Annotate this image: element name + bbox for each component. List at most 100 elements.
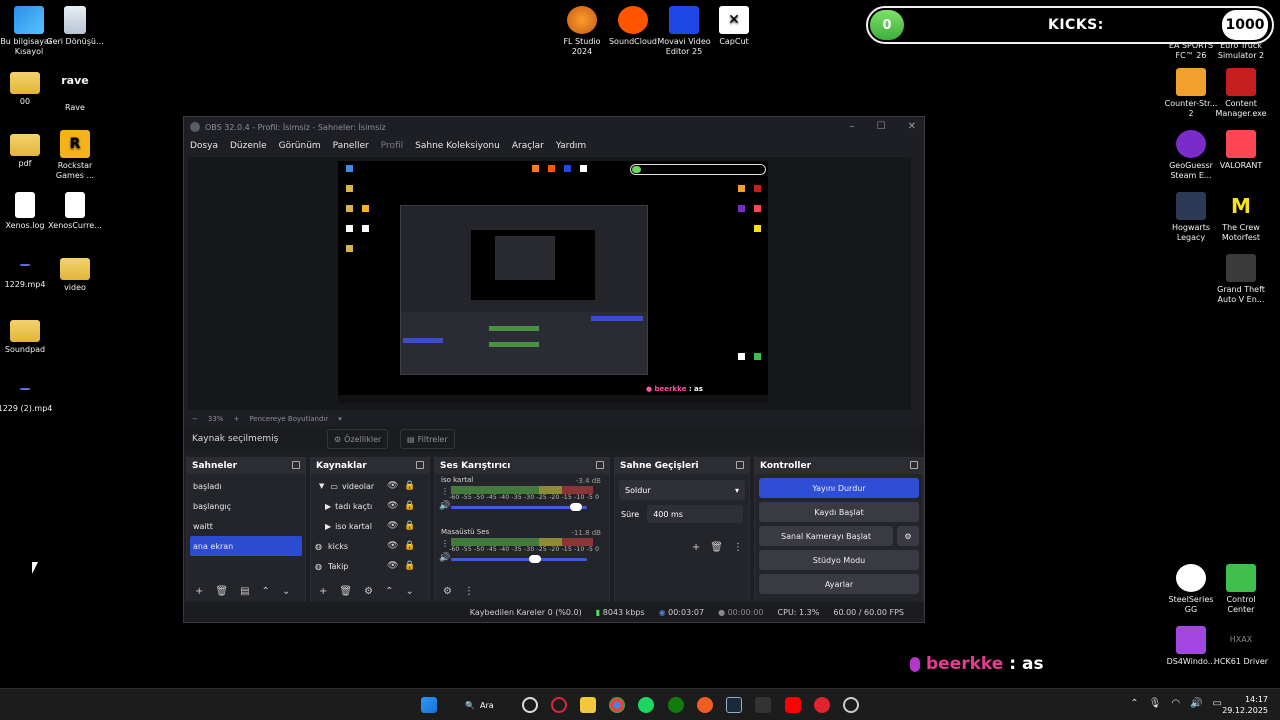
menu-dosya[interactable]: Dosya (190, 141, 218, 151)
desktop-icon-control-center[interactable]: Control Center (1212, 564, 1270, 615)
media-player-icon[interactable] (814, 697, 830, 713)
volume-fader[interactable] (451, 506, 587, 509)
filters-button[interactable]: ▤ Filtreler (400, 429, 455, 449)
chevron-up-icon[interactable]: ⌃ (385, 586, 393, 597)
stop-streaming-button[interactable]: Yayını Durdur (759, 478, 919, 498)
windows-start-icon[interactable] (421, 697, 437, 713)
eye-icon[interactable]: 👁 (387, 501, 398, 511)
transition-select[interactable]: Soldur ▾ (619, 480, 745, 500)
fit-to-window-button[interactable]: Pencereye Boyutlandır (249, 415, 328, 423)
undock-icon[interactable] (910, 461, 918, 469)
desktop-icon-capcut[interactable]: ✕ CapCut (705, 6, 763, 47)
studio-mode-button[interactable]: Stüdyo Modu (759, 550, 919, 570)
lock-icon[interactable]: 🔒 (404, 501, 415, 511)
undock-icon[interactable] (736, 461, 744, 469)
add-icon[interactable]: + (319, 586, 327, 597)
duration-input[interactable]: 400 ms (647, 505, 744, 523)
minimize-icon[interactable]: – (850, 121, 855, 132)
desktop-icon-1229-2-mp4[interactable]: 1229 (2).mp4 (0, 374, 54, 414)
opera-icon[interactable] (551, 697, 567, 713)
wifi-icon[interactable]: ◠ (1171, 698, 1180, 709)
mixer-settings-icon[interactable]: ⚙ (443, 586, 452, 597)
lock-icon[interactable]: 🔒 (404, 521, 415, 531)
spotify-icon[interactable] (638, 697, 654, 713)
desktop-icon-soundpad[interactable]: Soundpad (0, 316, 54, 355)
source-item[interactable]: ◍ Takip 👁 🔒 (311, 556, 429, 576)
microphone-icon[interactable]: 🎙 (1149, 698, 1162, 709)
desktop-icon-gta[interactable]: Grand Theft Auto V En... (1212, 254, 1270, 305)
trash-icon[interactable]: 🗑 (215, 586, 228, 597)
start-virtual-camera-button[interactable]: Sanal Kamerayı Başlat (759, 526, 893, 546)
desktop-icon-video[interactable]: video (46, 254, 104, 293)
source-item[interactable]: ▶ iso kartal 👁 🔒 (311, 516, 429, 536)
youtube-icon[interactable] (785, 697, 801, 713)
volume-knob[interactable] (529, 555, 542, 563)
desktop-icon-recycle-bin[interactable]: Geri Dönüşü... (46, 6, 104, 47)
steam-icon[interactable] (726, 697, 742, 713)
menu-paneller[interactable]: Paneller (333, 141, 369, 151)
scene-item[interactable]: waitt (187, 516, 305, 536)
menu-sahne-koleksiyonu[interactable]: Sahne Koleksiyonu (415, 141, 500, 151)
app-icon[interactable] (697, 697, 713, 713)
more-icon[interactable]: ⋮ (464, 586, 474, 597)
desktop-icon-rockstar[interactable]: R Rockstar Games ... (46, 130, 104, 181)
chevron-down-icon[interactable]: ▼ (319, 482, 324, 490)
volume-fader[interactable] (451, 558, 587, 561)
speaker-icon[interactable]: 🔊 (439, 553, 450, 563)
add-icon[interactable]: + (692, 542, 700, 553)
eye-icon[interactable]: 👁 (387, 481, 398, 491)
desktop-icon-rave[interactable]: rave Rave (46, 72, 104, 113)
obs-taskbar-icon[interactable] (522, 697, 538, 713)
settings-button[interactable]: Ayarlar (759, 574, 919, 594)
lock-icon[interactable]: 🔒 (404, 481, 415, 491)
start-recording-button[interactable]: Kaydı Başlat (759, 502, 919, 522)
xbox-icon[interactable] (668, 697, 684, 713)
preview-area[interactable]: ● beerkke : as (188, 157, 911, 410)
trash-icon[interactable]: 🗑 (339, 586, 352, 597)
filter-icon[interactable]: ▤ (240, 586, 249, 597)
app-icon[interactable] (755, 697, 771, 713)
source-item[interactable]: ▶ tadı kaçtı 👁 🔒 (311, 496, 429, 516)
undock-icon[interactable] (292, 461, 300, 469)
file-explorer-icon[interactable] (580, 697, 596, 713)
desktop-icon-content-manager[interactable]: Content Manager.exe (1212, 68, 1270, 119)
menu-duzenle[interactable]: Düzenle (230, 141, 267, 151)
eye-icon[interactable]: 👁 (387, 521, 398, 531)
undock-icon[interactable] (596, 461, 604, 469)
desktop-icon-the-crew[interactable]: M The Crew Motorfest (1212, 192, 1270, 243)
eye-icon[interactable]: 👁 (387, 541, 398, 551)
menu-yardim[interactable]: Yardım (556, 141, 586, 151)
desktop-icon-soundcloud[interactable]: SoundCloud (604, 6, 662, 47)
maximize-icon[interactable]: ☐ (877, 121, 886, 132)
app-icon[interactable] (843, 697, 859, 713)
source-item[interactable]: ◍ kicks 👁 🔒 (311, 536, 429, 556)
chrome-icon[interactable] (609, 697, 625, 713)
chevron-down-icon[interactable]: ⌄ (282, 586, 290, 597)
desktop-icon-fl-studio[interactable]: FL Studio 2024 (553, 6, 611, 57)
menu-profil[interactable]: Profil (381, 141, 403, 151)
program-preview[interactable]: ● beerkke : as (338, 161, 768, 403)
scene-item[interactable]: başladı (187, 476, 305, 496)
volume-icon[interactable]: 🔊 (1190, 698, 1202, 709)
obs-titlebar[interactable]: OBS 32.0.4 - Profil: İsimsiz - Sahneler:… (184, 117, 924, 137)
desktop-icon-xenoscurre[interactable]: XenosCurre... (46, 192, 104, 231)
scene-item-selected[interactable]: ana ekran (190, 536, 302, 556)
lock-icon[interactable]: 🔒 (404, 561, 415, 571)
volume-knob[interactable] (570, 503, 583, 511)
source-item[interactable]: ▼ ▭ videolar 👁 🔒 (311, 476, 429, 496)
more-icon[interactable]: ⋮ (441, 539, 449, 548)
more-icon[interactable]: ⋮ (441, 487, 449, 496)
undock-icon[interactable] (416, 461, 424, 469)
zoom-dropdown-icon[interactable]: ▾ (338, 415, 342, 423)
chevron-down-icon[interactable]: ⌄ (405, 586, 413, 597)
trash-icon[interactable]: 🗑 (710, 542, 723, 553)
chevron-up-icon[interactable]: ⌃ (1130, 698, 1138, 709)
speaker-icon[interactable]: 🔊 (439, 501, 450, 511)
desktop-icon-valorant[interactable]: VALORANT (1212, 130, 1270, 171)
zoom-out-icon[interactable]: − (192, 415, 198, 423)
battery-icon[interactable]: ▭ (1213, 698, 1222, 709)
clock[interactable]: 14:17 29.12.2025 (1222, 694, 1268, 716)
virtual-camera-settings-icon[interactable]: ⚙ (897, 526, 919, 546)
eye-icon[interactable]: 👁 (387, 561, 398, 571)
menu-gorunum[interactable]: Görünüm (279, 141, 321, 151)
